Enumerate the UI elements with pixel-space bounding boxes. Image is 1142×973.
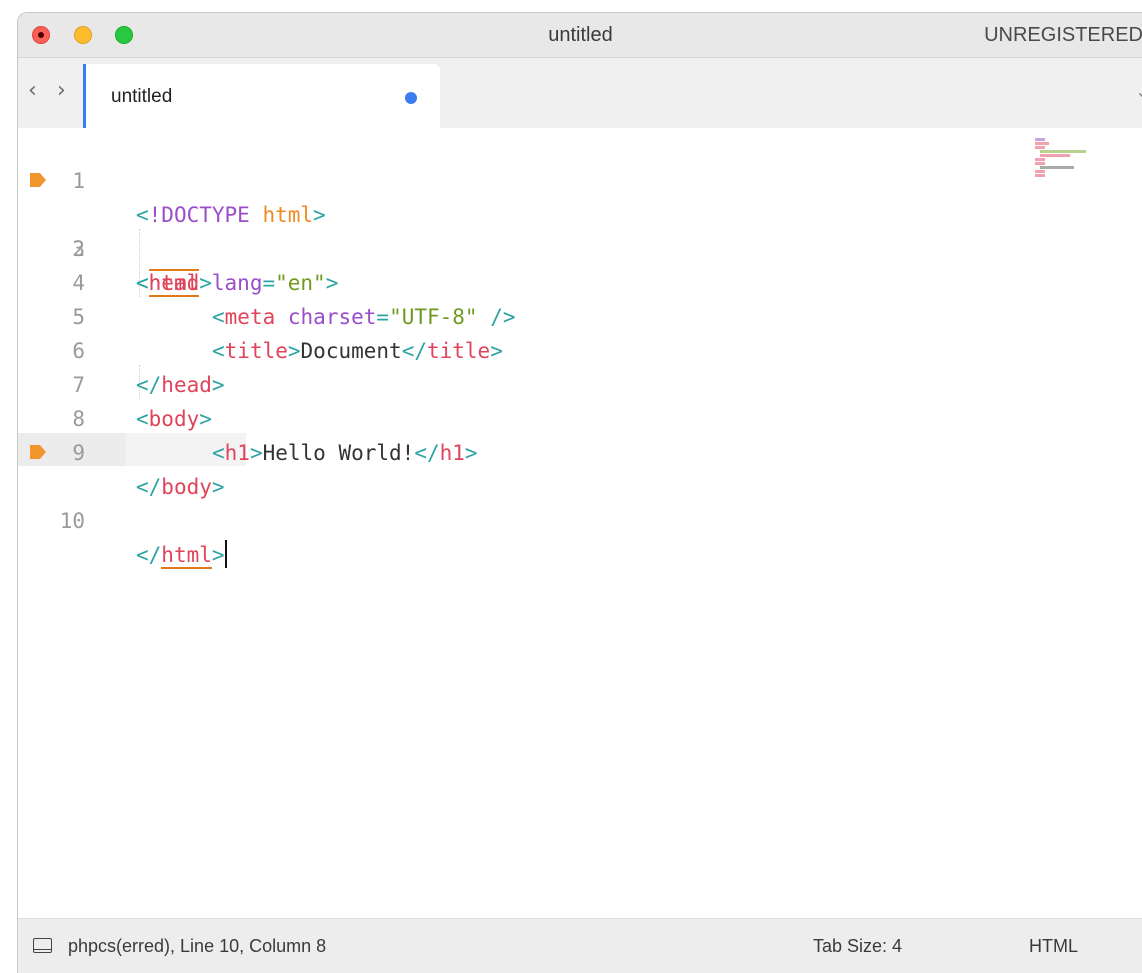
token: html — [161, 543, 212, 569]
code-line-5[interactable]: 5 <title>Document</title> — [18, 266, 1142, 363]
token: </ — [136, 475, 162, 499]
editor-window: untitled UNREGISTERED ‹ › untitled ⌄ 1 <… — [17, 12, 1142, 973]
bookmark-icon[interactable] — [30, 173, 46, 187]
token: </ — [136, 543, 162, 567]
status-bar: phpcs(erred), Line 10, Column 8 Tab Size… — [18, 918, 1142, 973]
tab-untitled[interactable]: untitled — [83, 64, 440, 128]
code-editor[interactable]: 1 <!DOCTYPE html> 2 <html lang="en"> 3 <… — [18, 128, 1142, 928]
tab-bar: ‹ › untitled ⌄ — [18, 58, 1142, 128]
forward-arrow-icon[interactable]: › — [57, 78, 66, 103]
title-bar: untitled UNREGISTERED — [18, 13, 1142, 58]
text-cursor — [224, 540, 227, 568]
code-line-6[interactable]: 6 </head> — [18, 300, 1142, 397]
code-line-1[interactable]: 1 <!DOCTYPE html> — [18, 130, 1142, 227]
code-line-8[interactable]: 8 <h1>Hello World!</h1> — [18, 368, 1142, 465]
minimap[interactable] — [1035, 138, 1095, 183]
token: body — [161, 475, 212, 499]
panel-toggle-icon[interactable] — [33, 938, 52, 953]
code-line-4[interactable]: 4 <meta charset="UTF-8" /> — [18, 232, 1142, 329]
status-message: phpcs(erred), Line 10, Column 8 — [68, 936, 327, 956]
code-line-7[interactable]: 7 <body> — [18, 334, 1142, 431]
code-line-3[interactable]: 3 <head> — [18, 198, 1142, 295]
tab-label: untitled — [111, 86, 173, 107]
tab-size-button[interactable]: Tab Size: 4 — [813, 936, 902, 957]
line-number[interactable]: 10 — [18, 504, 85, 538]
window-title: untitled — [548, 24, 613, 46]
code-line-9[interactable]: 9 </body> — [18, 402, 1142, 499]
unsaved-dot-icon[interactable] — [405, 92, 417, 104]
tab-overflow-chevron-icon[interactable]: ⌄ — [1136, 82, 1142, 102]
token: > — [211, 475, 225, 499]
license-status: UNREGISTERED — [984, 24, 1142, 46]
bookmark-icon[interactable] — [30, 445, 46, 459]
token: > — [211, 543, 225, 567]
code-line-10[interactable]: 10 </html> — [18, 436, 1142, 569]
code-line-2[interactable]: 2 <html lang="en"> — [18, 164, 1142, 297]
back-arrow-icon[interactable]: ‹ — [28, 78, 37, 103]
syntax-selector[interactable]: HTML — [1029, 936, 1078, 957]
